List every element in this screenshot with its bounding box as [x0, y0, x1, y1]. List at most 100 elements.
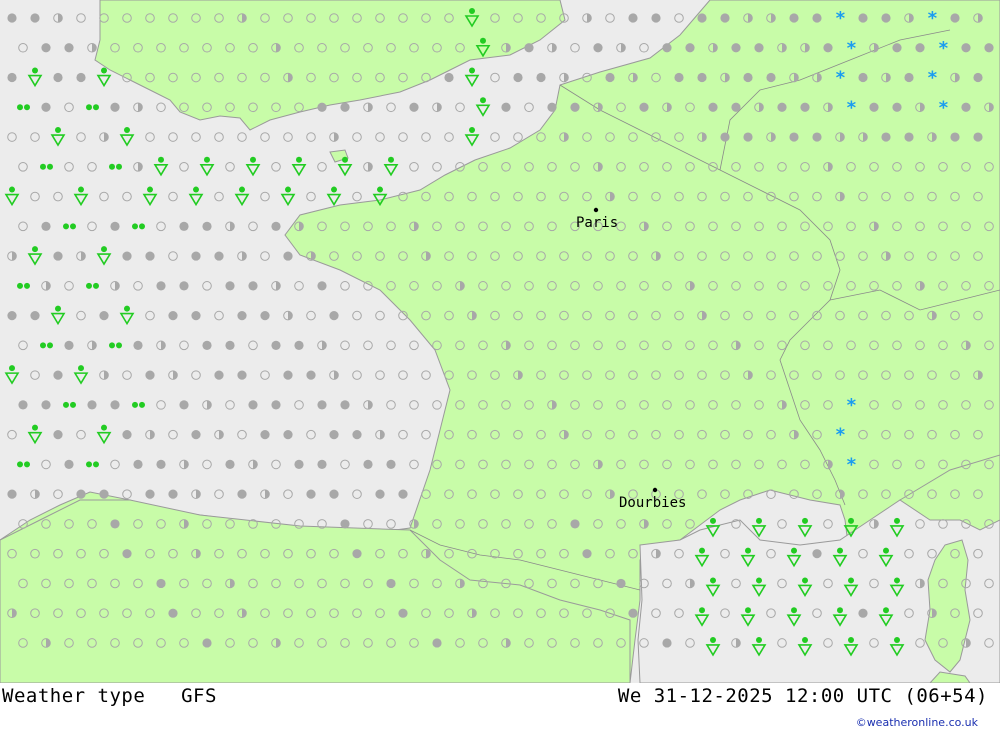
svg-text:*: *: [846, 97, 857, 118]
weather-map: * * * * * * * * * * * Paris Dourbies: [0, 0, 1000, 683]
overcast-symbol: [340, 400, 350, 410]
overcast-symbol: [271, 221, 281, 231]
overcast-symbol: [110, 519, 120, 529]
overcast-symbol: [823, 43, 833, 53]
overcast-symbol: [789, 132, 799, 142]
overcast-symbol: [145, 251, 155, 261]
overcast-symbol: [812, 132, 822, 142]
overcast-symbol: [214, 370, 224, 380]
overcast-symbol: [260, 311, 270, 321]
overcast-symbol: [904, 132, 914, 142]
overcast-symbol: [904, 72, 914, 83]
overcast-symbol: [340, 519, 350, 529]
snow-symbol: *: [835, 8, 846, 29]
overcast-symbol: [283, 430, 293, 440]
snow-symbol: *: [927, 68, 938, 89]
overcast-symbol: [122, 251, 132, 261]
overcast-symbol: [168, 311, 178, 321]
overcast-symbol: [306, 370, 316, 380]
overcast-symbol: [225, 459, 235, 469]
svg-text:*: *: [846, 395, 857, 416]
overcast-symbol: [444, 72, 454, 83]
overcast-symbol: [283, 370, 293, 380]
overcast-symbol: [99, 311, 109, 321]
overcast-symbol: [398, 608, 408, 618]
city-label-paris: Paris: [576, 215, 618, 231]
overcast-symbol: [881, 132, 891, 142]
overcast-symbol: [110, 221, 120, 231]
overcast-symbol: [743, 72, 753, 83]
overcast-symbol: [7, 489, 17, 499]
valid-datetime: We 31-12-2025 12:00 UTC (06+54): [617, 685, 988, 707]
overcast-symbol: [950, 13, 960, 23]
overcast-symbol: [697, 72, 707, 83]
overcast-symbol: [294, 340, 304, 350]
overcast-symbol: [950, 132, 960, 142]
overcast-symbol: [110, 102, 120, 112]
svg-text:*: *: [927, 8, 938, 29]
svg-text:*: *: [938, 38, 949, 59]
overcast-symbol: [76, 72, 86, 83]
overcast-symbol: [179, 221, 189, 231]
overcast-symbol: [168, 489, 178, 499]
overcast-symbol: [7, 72, 17, 83]
overcast-symbol: [973, 132, 983, 142]
overcast-symbol: [961, 102, 971, 112]
overcast-symbol: [685, 43, 695, 53]
overcast-symbol: [76, 489, 86, 499]
overcast-symbol: [984, 43, 994, 53]
snow-symbol: *: [938, 97, 949, 118]
overcast-symbol: [248, 400, 258, 410]
overcast-symbol: [18, 400, 28, 410]
snow-symbol: *: [927, 8, 938, 29]
overcast-symbol: [731, 102, 741, 112]
overcast-symbol: [409, 102, 419, 112]
overcast-symbol: [731, 43, 741, 53]
overcast-symbol: [191, 311, 201, 321]
snow-symbol: *: [846, 395, 857, 416]
overcast-symbol: [225, 340, 235, 350]
map-footer: Weather type GFS We 31-12-2025 12:00 UTC…: [0, 683, 1000, 733]
overcast-symbol: [214, 251, 224, 261]
overcast-symbol: [547, 102, 557, 112]
overcast-symbol: [168, 608, 178, 618]
overcast-symbol: [674, 72, 684, 83]
overcast-symbol: [317, 281, 327, 291]
overcast-symbol: [697, 13, 707, 23]
overcast-symbol: [858, 72, 868, 83]
overcast-symbol: [662, 638, 672, 648]
overcast-symbol: [202, 638, 212, 648]
city-label-dourbies: Dourbies: [619, 495, 686, 511]
overcast-symbol: [248, 281, 258, 291]
overcast-symbol: [616, 578, 626, 589]
city-dot-paris: [593, 207, 599, 213]
svg-text:*: *: [835, 425, 846, 446]
overcast-symbol: [398, 489, 408, 499]
overcast-symbol: [283, 251, 293, 261]
overcast-symbol: [766, 72, 776, 83]
map-canvas: * ** ** ** **** Paris Dourbies: [0, 0, 1000, 683]
overcast-symbol: [156, 281, 166, 291]
overcast-symbol: [41, 221, 51, 231]
overcast-symbol: [812, 549, 822, 559]
overcast-symbol: [145, 370, 155, 380]
overcast-symbol: [628, 13, 638, 23]
overcast-symbol: [191, 430, 201, 440]
overcast-symbol: [133, 459, 143, 469]
overcast-symbol: [122, 549, 132, 559]
overcast-symbol: [812, 13, 822, 23]
overcast-symbol: [64, 43, 74, 53]
overcast-symbol: [639, 102, 649, 112]
overcast-symbol: [662, 43, 672, 53]
snow-symbol: *: [938, 38, 949, 59]
overcast-symbol: [133, 340, 143, 350]
overcast-symbol: [41, 102, 51, 112]
overcast-symbol: [892, 102, 902, 112]
svg-text:*: *: [938, 97, 949, 118]
overcast-symbol: [858, 608, 868, 618]
svg-text:*: *: [846, 454, 857, 475]
overcast-symbol: [858, 13, 868, 23]
copyright-link[interactable]: ©weatheronline.co.uk: [856, 716, 978, 729]
overcast-symbol: [53, 370, 63, 380]
overcast-symbol: [892, 43, 902, 53]
